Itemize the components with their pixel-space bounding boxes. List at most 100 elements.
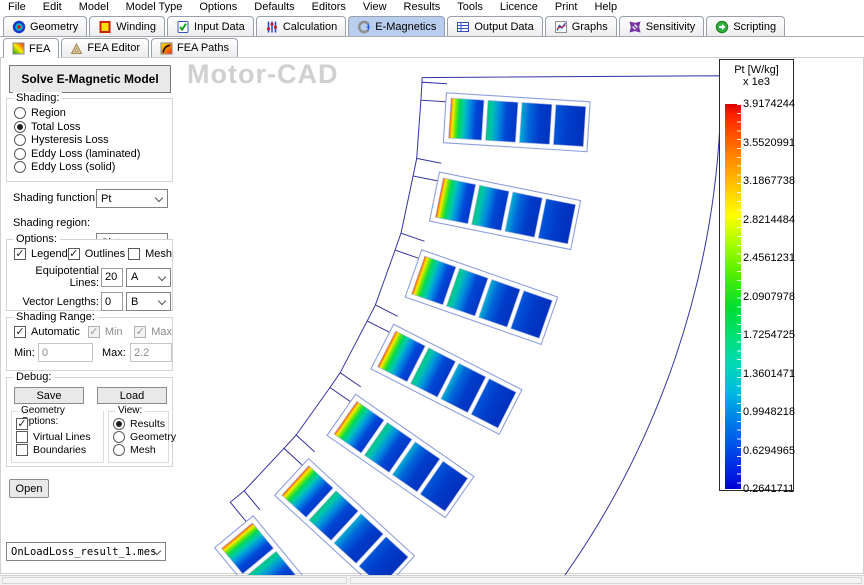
radio-button[interactable] (14, 121, 26, 133)
checkbox[interactable] (16, 418, 28, 430)
equipotential-lines-input[interactable] (101, 268, 123, 287)
max-checkbox[interactable] (134, 326, 146, 338)
fea-sub-tab-bar: FEA FEA Editor FEA Paths (0, 37, 864, 57)
max-value-input[interactable] (130, 343, 172, 362)
menu-item-results[interactable]: Results (404, 1, 441, 13)
radio-button[interactable] (14, 107, 26, 119)
menu-item-editors[interactable]: Editors (312, 1, 346, 13)
shading-option-total-loss[interactable]: Total Loss (14, 121, 172, 133)
tab-fea-editor[interactable]: FEA Editor (61, 38, 149, 57)
radio-button[interactable] (113, 431, 125, 443)
legend-value: 2.0907978 (743, 291, 795, 304)
tab-label: FEA Paths (177, 42, 229, 54)
menu-item-tools[interactable]: Tools (457, 1, 483, 13)
tab-geometry[interactable]: Geometry (3, 16, 87, 36)
radio-button[interactable] (14, 134, 26, 146)
view-option-label: Mesh (130, 444, 156, 456)
legend-value: 2.4561231 (743, 252, 795, 265)
max-checkbox-label: Max (151, 326, 172, 338)
legend-scale: x 1e3 (720, 76, 793, 88)
checkbox[interactable] (16, 444, 28, 456)
shading-option-eddy-loss-solid[interactable]: Eddy Loss (solid) (14, 161, 172, 173)
radio-button[interactable] (113, 418, 125, 430)
vector-lengths-input[interactable] (101, 292, 123, 311)
tab-winding[interactable]: Winding (89, 16, 165, 36)
slot-conductor (538, 199, 575, 244)
geometry-options-group: Geometry Options: Point LabelsVirtual Li… (11, 411, 104, 463)
result-file-value: OnLoadLoss_result_1.mes (11, 546, 156, 558)
shading-function-label: Shading function: (13, 192, 98, 204)
tab-input-data[interactable]: Input Data (167, 16, 254, 36)
vector-lengths-label: Vector Lengths: (7, 296, 99, 308)
slot-conductor (505, 192, 542, 237)
tab-fea-paths[interactable]: FEA Paths (151, 38, 238, 57)
radio-button[interactable] (113, 444, 125, 456)
menu-item-model[interactable]: Model (79, 1, 109, 13)
tab-fea[interactable]: FEA (3, 38, 59, 58)
solve-emagnetic-model-button[interactable]: Solve E-Magnetic Model (9, 65, 171, 93)
debug-save-button[interactable]: Save (14, 387, 84, 404)
shading-option-hysteresis-loss[interactable]: Hysteresis Loss (14, 134, 172, 146)
result-file-select[interactable]: OnLoadLoss_result_1.mes (6, 542, 166, 561)
tab-label: Calculation (283, 21, 337, 33)
tab-graphs[interactable]: Graphs (545, 16, 617, 36)
radio-button[interactable] (14, 161, 26, 173)
debug-load-button[interactable]: Load (97, 387, 167, 404)
tab-sensitivity[interactable]: Sensitivity (619, 16, 705, 36)
min-value-input[interactable] (38, 343, 93, 362)
main-tab-bar: Geometry Winding Input Data Calculation E-Ma… (0, 14, 864, 37)
shading-option-label: Eddy Loss (solid) (31, 161, 115, 173)
checkbox[interactable] (16, 431, 28, 443)
view-option-mesh[interactable]: Mesh (113, 444, 168, 456)
legend-checkbox[interactable] (14, 248, 26, 260)
tab-label: Winding (116, 21, 156, 33)
menu-item-file[interactable]: File (8, 1, 26, 13)
menu-item-model-type[interactable]: Model Type (126, 1, 183, 13)
menu-item-help[interactable]: Help (594, 1, 617, 13)
radio-button[interactable] (14, 148, 26, 160)
menu-item-options[interactable]: Options (199, 1, 237, 13)
legend-title: Pt [W/kg] (720, 64, 793, 76)
legend-colorbar (725, 104, 741, 489)
slot-conductor (472, 185, 509, 230)
tab-output-data[interactable]: Output Data (447, 16, 542, 36)
menu-item-edit[interactable]: Edit (43, 1, 62, 13)
geometry-option-virtual-lines[interactable]: Virtual Lines (16, 431, 103, 443)
equipotential-select-a[interactable]: A (126, 268, 171, 287)
menu-item-defaults[interactable]: Defaults (254, 1, 294, 13)
chevron-down-icon (158, 297, 166, 305)
shading-group-label: Shading: (13, 92, 62, 104)
menu-item-print[interactable]: Print (555, 1, 578, 13)
geometry-option-boundaries[interactable]: Boundaries (16, 444, 103, 456)
tab-label: Graphs (572, 21, 608, 33)
tab-e-magnetics[interactable]: E-Magnetics (348, 16, 445, 36)
menu-item-licence[interactable]: Licence (500, 1, 538, 13)
shading-option-label: Hysteresis Loss (31, 134, 109, 146)
outlines-checkbox-label: Outlines (85, 248, 128, 260)
legend-checkbox-label: Legend (31, 248, 68, 260)
legend-value: 2.8214484 (743, 214, 795, 227)
min-checkbox[interactable] (88, 326, 100, 338)
shading-option-region[interactable]: Region (14, 107, 172, 119)
view-option-label: Results (130, 418, 165, 430)
shading-option-label: Region (31, 107, 66, 119)
view-option-geometry[interactable]: Geometry (113, 431, 168, 443)
tab-calculation[interactable]: Calculation (256, 16, 346, 36)
automatic-checkbox[interactable] (14, 326, 26, 338)
vector-select-b[interactable]: B (126, 292, 171, 311)
tab-label: FEA (29, 43, 50, 55)
tab-scripting[interactable]: Scripting (706, 16, 785, 36)
outlines-checkbox[interactable] (68, 248, 80, 260)
shading-range-group-label: Shading Range: (13, 311, 98, 323)
debug-group: Debug: Save Load Geometry Options: Point… (6, 377, 173, 467)
legend-value: 0.2641711 (743, 483, 795, 496)
menu-item-view[interactable]: View (363, 1, 387, 13)
shading-function-select[interactable]: Pt (96, 189, 168, 208)
open-button[interactable]: Open (9, 479, 49, 498)
shading-option-eddy-loss-laminated[interactable]: Eddy Loss (laminated) (14, 148, 172, 160)
view-option-results[interactable]: Results (113, 418, 168, 430)
slot-conductor (519, 103, 552, 145)
status-cell-right (350, 577, 862, 584)
mesh-checkbox[interactable] (128, 248, 140, 260)
legend-value: 1.7254725 (743, 329, 795, 342)
